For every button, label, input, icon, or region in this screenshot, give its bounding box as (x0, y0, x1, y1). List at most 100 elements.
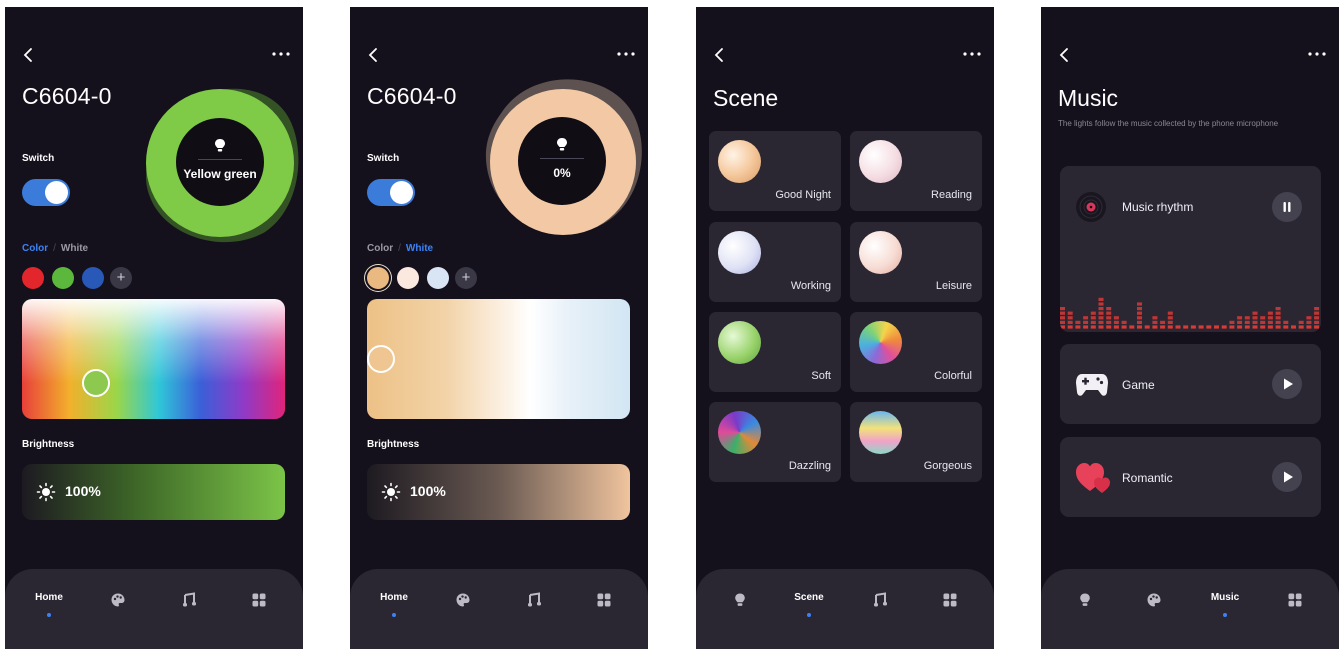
pause-button[interactable] (1272, 192, 1302, 222)
nav-scene[interactable] (88, 587, 148, 617)
more-icon[interactable] (616, 47, 636, 61)
equalizer-bar-segment (1314, 325, 1320, 329)
hearts-icon (1076, 463, 1110, 493)
scene-gorgeous[interactable]: Gorgeous (850, 402, 982, 482)
nav-music[interactable]: Music (1195, 587, 1255, 617)
grid-icon (597, 593, 611, 607)
equalizer-bar-segment (1275, 311, 1281, 315)
equalizer-bar-segment (1275, 325, 1281, 329)
scene-dazzling[interactable]: Dazzling (709, 402, 841, 482)
equalizer-bar-segment (1113, 325, 1119, 329)
play-icon (1284, 471, 1293, 483)
equalizer-bar-segment (1190, 325, 1196, 329)
scene-colorful[interactable]: Colorful (850, 312, 982, 392)
scene-label: Working (790, 280, 831, 292)
play-button[interactable] (1272, 462, 1302, 492)
equalizer-bar-segment (1306, 325, 1312, 329)
equalizer-bar-segment (1098, 311, 1104, 315)
nav-home[interactable]: Home (364, 587, 424, 617)
white-temperature-picker[interactable] (367, 299, 630, 419)
add-swatch-button[interactable]: + (455, 267, 477, 289)
color-picker-knob[interactable] (82, 369, 110, 397)
back-icon[interactable] (710, 45, 730, 65)
equalizer-bar-segment (1252, 325, 1258, 329)
equalizer-bar-segment (1291, 325, 1296, 329)
more-icon[interactable] (1307, 47, 1327, 61)
tab-white[interactable]: White (406, 243, 433, 254)
equalizer-bar-segment (1252, 320, 1258, 324)
bottom-nav: Music (1041, 569, 1339, 649)
nav-home[interactable]: Home (19, 587, 79, 617)
color-ring[interactable]: Yellow green (135, 77, 303, 247)
swatch-blue[interactable] (82, 267, 104, 289)
white-ring[interactable]: 0% (477, 72, 647, 242)
tab-white[interactable]: White (61, 243, 88, 254)
ring-divider (540, 158, 584, 159)
power-toggle[interactable] (22, 179, 70, 206)
leisure-scene-icon (859, 231, 902, 274)
nav-scene[interactable]: Scene (779, 587, 839, 617)
swatch-red[interactable] (22, 267, 44, 289)
color-picker[interactable] (22, 299, 285, 419)
equalizer-bar-segment (1106, 320, 1112, 324)
scene-label: Reading (931, 189, 972, 201)
music-screen: Music The lights follow the music collec… (1041, 7, 1339, 649)
power-toggle[interactable] (367, 179, 415, 206)
scene-soft[interactable]: Soft (709, 312, 841, 392)
equalizer-bar-segment (1090, 320, 1096, 324)
music-icon (874, 592, 887, 607)
tab-color[interactable]: Color (367, 243, 393, 254)
swatch-warm[interactable] (367, 267, 389, 289)
scene-label: Colorful (934, 370, 972, 382)
nav-home[interactable] (710, 587, 770, 617)
scene-good-night[interactable]: Good Night (709, 131, 841, 211)
more-icon[interactable] (962, 47, 982, 61)
nav-scene[interactable] (433, 587, 493, 617)
nav-music[interactable] (850, 587, 910, 617)
gorgeous-scene-icon (859, 411, 902, 454)
brightness-slider[interactable]: 100% (22, 464, 285, 520)
nav-more[interactable] (229, 587, 289, 617)
scene-screen: Scene Good Night Reading Working Leisure… (696, 7, 994, 649)
bulb-icon (215, 139, 225, 152)
brightness-slider[interactable]: 100% (367, 464, 630, 520)
equalizer-bar-segment (1137, 307, 1142, 311)
equalizer-bar-segment (1137, 320, 1142, 324)
white-picker-knob[interactable] (367, 345, 395, 373)
equalizer-bar-segment (1137, 316, 1142, 320)
nav-home[interactable] (1055, 587, 1115, 617)
scene-leisure[interactable]: Leisure (850, 222, 982, 302)
back-icon[interactable] (19, 45, 39, 65)
add-swatch-button[interactable]: + (110, 267, 132, 289)
grid-icon (943, 593, 957, 607)
nav-scene[interactable] (1124, 587, 1184, 617)
swatch-green[interactable] (52, 267, 74, 289)
back-icon[interactable] (364, 45, 384, 65)
romantic-mode-card[interactable]: Romantic (1060, 437, 1321, 517)
nav-more[interactable] (1265, 587, 1325, 617)
equalizer-bar-segment (1314, 320, 1320, 324)
game-mode-card[interactable]: Game (1060, 344, 1321, 424)
equalizer-bar-segment (1298, 320, 1304, 324)
equalizer-bar-segment (1244, 316, 1250, 320)
equalizer-bar-segment (1314, 316, 1320, 320)
back-icon[interactable] (1055, 45, 1075, 65)
equalizer-bar-segment (1106, 316, 1112, 320)
tab-color[interactable]: Color (22, 243, 48, 254)
scene-working[interactable]: Working (709, 222, 841, 302)
nav-music[interactable] (504, 587, 564, 617)
more-icon[interactable] (271, 47, 291, 61)
nav-more[interactable] (574, 587, 634, 617)
play-button[interactable] (1272, 369, 1302, 399)
nav-more[interactable] (920, 587, 980, 617)
page-description: The lights follow the music collected by… (1058, 119, 1279, 128)
working-scene-icon (718, 231, 761, 274)
bulb-icon (1080, 593, 1090, 606)
nav-music[interactable] (159, 587, 219, 617)
swatch-cool[interactable] (427, 267, 449, 289)
swatch-neutral[interactable] (397, 267, 419, 289)
scene-reading[interactable]: Reading (850, 131, 982, 211)
scene-label: Leisure (935, 280, 972, 292)
music-rhythm-card[interactable]: Music rhythm (1060, 166, 1321, 332)
gamepad-icon (1076, 374, 1108, 396)
